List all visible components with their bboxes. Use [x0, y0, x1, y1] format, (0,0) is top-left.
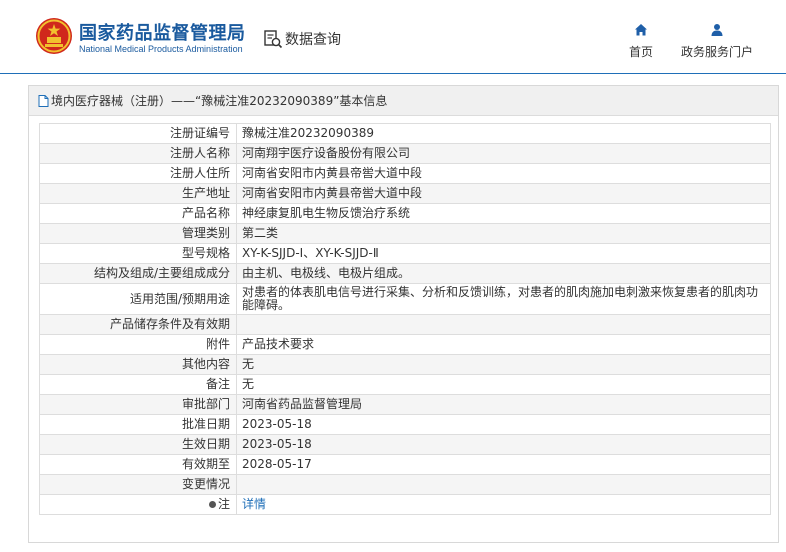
row-value: 详情: [236, 494, 771, 515]
national-emblem-icon[interactable]: [35, 17, 73, 55]
org-name-en[interactable]: National Medical Products Administration: [79, 44, 243, 54]
table-row: 有效期至 2028-05-17: [39, 454, 771, 475]
row-label: 审批部门: [39, 394, 237, 415]
table-row: 产品储存条件及有效期: [39, 314, 771, 335]
row-value: 由主机、电极线、电极片组成。: [236, 263, 771, 284]
row-label: 变更情况: [39, 474, 237, 495]
table-row: 审批部门 河南省药品监督管理局: [39, 394, 771, 415]
table-row: 备注无: [39, 374, 771, 395]
breadcrumb-text: 境内医疗器械（注册）——“豫械注准20232090389”基本信息: [51, 94, 388, 108]
breadcrumb: 境内医疗器械（注册）——“豫械注准20232090389”基本信息: [29, 86, 778, 116]
row-label: 其他内容: [39, 354, 237, 375]
table-row: 适用范围/预期用途 对患者的体表肌电信号进行采集、分析和反馈训练，对患者的肌肉施加…: [39, 283, 771, 315]
row-label: 注册证编号: [39, 123, 237, 144]
row-value: [236, 474, 771, 495]
row-label: 备注: [39, 374, 237, 395]
table-row: 注册人名称 河南翔宇医疗设备股份有限公司: [39, 143, 771, 164]
user-icon: [711, 24, 723, 36]
table-row: 批准日期 2023-05-18: [39, 414, 771, 435]
row-value: 对患者的体表肌电信号进行采集、分析和反馈训练，对患者的肌肉施加电刺激来恢复患者的…: [236, 283, 771, 315]
table-row: 注 详情: [39, 494, 771, 515]
row-label: 有效期至: [39, 454, 237, 475]
row-value: 河南翔宇医疗设备股份有限公司: [236, 143, 771, 164]
row-value: 2023-05-18: [236, 434, 771, 455]
table-row: 产品名称 神经康复肌电生物反馈治疗系统: [39, 203, 771, 224]
row-value: 河南省安阳市内黄县帝喾大道中段: [236, 163, 771, 184]
table-row: 附件 产品技术要求: [39, 334, 771, 355]
row-label: 适用范围/预期用途: [39, 283, 237, 315]
row-label: 生产地址: [39, 183, 237, 204]
row-value: [236, 314, 771, 335]
row-value: 2023-05-18: [236, 414, 771, 435]
data-query-link[interactable]: 数据查询: [263, 28, 341, 50]
row-value: 神经康复肌电生物反馈治疗系统: [236, 203, 771, 224]
document-icon: [38, 94, 49, 107]
registration-info-table: 注册证编号 豫械注准20232090389 注册人名称 河南翔宇医疗设备股份有限公司…: [39, 123, 771, 515]
table-row: 结构及组成/主要组成成分 由主机、电极线、电极片组成。: [39, 263, 771, 284]
row-label: 型号规格: [39, 243, 237, 264]
bullet-icon: [208, 501, 216, 508]
table-row: 生效日期 2023-05-18: [39, 434, 771, 455]
home-icon: [635, 24, 647, 36]
row-value: 无: [236, 354, 771, 375]
nav-service-portal[interactable]: 政务服务门户: [678, 23, 756, 60]
table-row: 生产地址 河南省安阳市内黄县帝喾大道中段: [39, 183, 771, 204]
nav-home-label: 首页: [628, 45, 653, 59]
details-link[interactable]: 详情: [242, 497, 266, 511]
row-value: 产品技术要求: [236, 334, 771, 355]
row-label: 产品名称: [39, 203, 237, 224]
data-query-label: 数据查询: [285, 32, 341, 48]
org-name-cn[interactable]: 国家药品监督管理局: [79, 19, 246, 45]
row-label: 管理类别: [39, 223, 237, 244]
row-label: 结构及组成/主要组成成分: [39, 263, 237, 284]
nav-service-label: 政务服务门户: [680, 45, 753, 59]
table-row: 注册证编号 豫械注准20232090389: [39, 123, 771, 144]
row-label: 注册人名称: [39, 143, 237, 164]
row-label: 生效日期: [39, 434, 237, 455]
nav-home[interactable]: 首页: [628, 23, 654, 60]
row-value: 无: [236, 374, 771, 395]
row-value: 河南省药品监督管理局: [236, 394, 771, 415]
row-label-note: 注: [39, 494, 237, 515]
row-label: 批准日期: [39, 414, 237, 435]
row-value: 第二类: [236, 223, 771, 244]
row-value: 2028-05-17: [236, 454, 771, 475]
table-row: 其他内容无: [39, 354, 771, 375]
site-header: 国家药品监督管理局 National Medical Products Admi…: [0, 0, 786, 74]
note-label: 注: [217, 497, 230, 511]
row-label: 附件: [39, 334, 237, 355]
table-row: 管理类别 第二类: [39, 223, 771, 244]
row-value: 豫械注准20232090389: [236, 123, 771, 144]
table-row: 注册人住所 河南省安阳市内黄县帝喾大道中段: [39, 163, 771, 184]
row-label: 产品储存条件及有效期: [39, 314, 237, 335]
row-label: 注册人住所: [39, 163, 237, 184]
table-row: 型号规格 XY-K-SJJD-Ⅰ、XY-K-SJJD-Ⅱ: [39, 243, 771, 264]
table-row: 变更情况: [39, 474, 771, 495]
row-value: 河南省安阳市内黄县帝喾大道中段: [236, 183, 771, 204]
row-value: XY-K-SJJD-Ⅰ、XY-K-SJJD-Ⅱ: [236, 243, 771, 264]
document-search-icon: [264, 30, 283, 49]
detail-panel: 境内医疗器械（注册）——“豫械注准20232090389”基本信息 注册证编号豫…: [28, 85, 779, 543]
